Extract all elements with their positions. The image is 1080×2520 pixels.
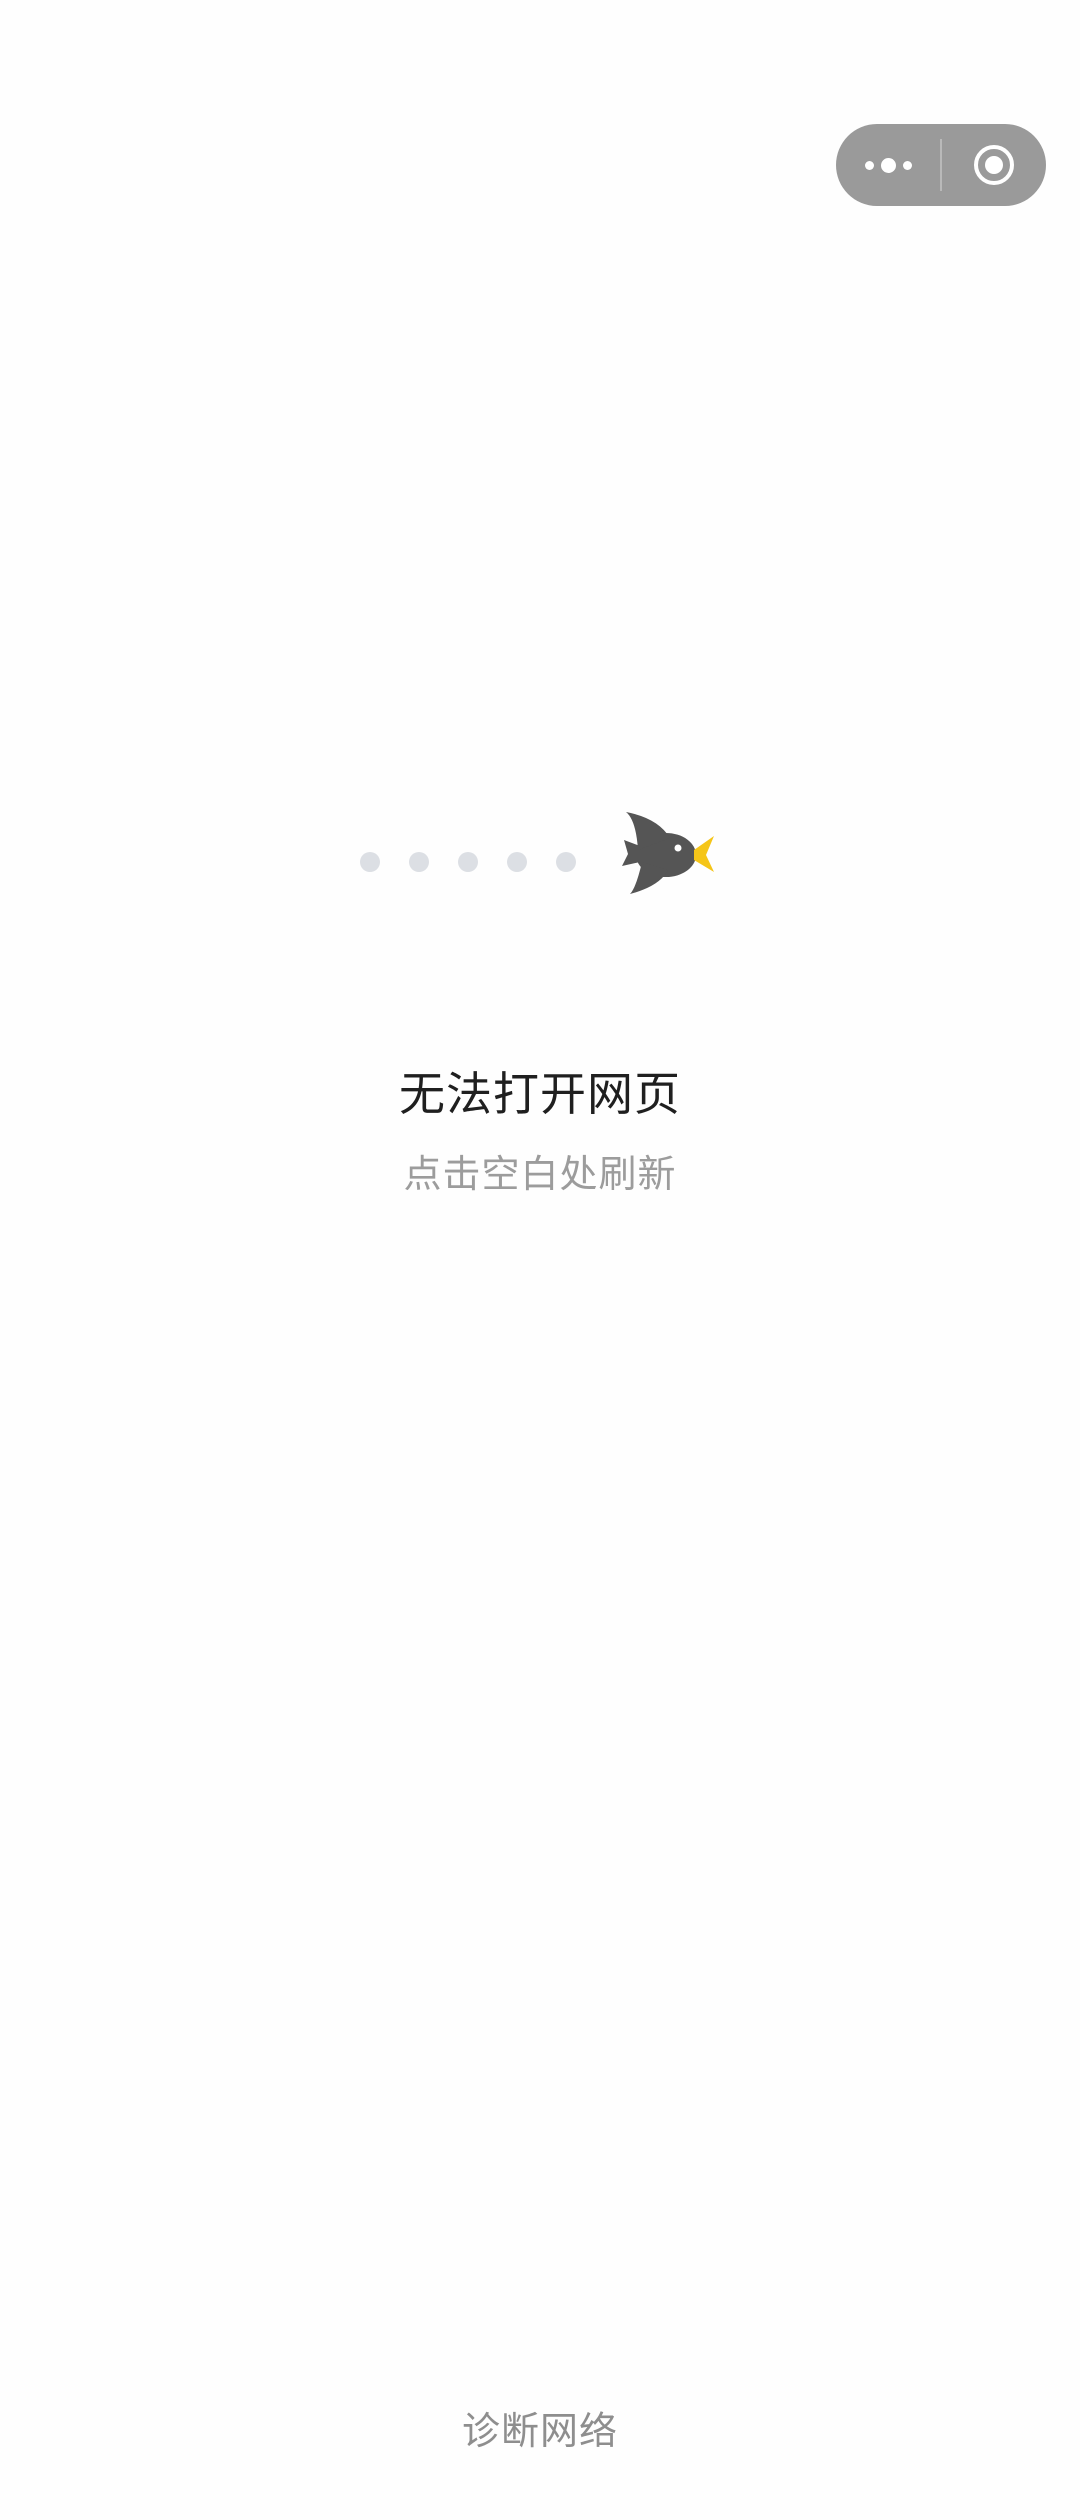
trail-dot bbox=[458, 852, 478, 872]
target-circle-icon bbox=[974, 145, 1014, 185]
bird-icon bbox=[622, 812, 714, 894]
close-button[interactable] bbox=[942, 124, 1046, 206]
more-button[interactable] bbox=[836, 124, 940, 206]
diagnose-network-link[interactable]: 诊断网络 bbox=[0, 2400, 1080, 2455]
trail-dot bbox=[507, 852, 527, 872]
trail-dot bbox=[409, 852, 429, 872]
trail-dot bbox=[360, 852, 380, 872]
trail-dot bbox=[556, 852, 576, 872]
error-title: 无法打开网页 bbox=[399, 1067, 681, 1121]
network-error-illustration bbox=[356, 810, 726, 910]
error-page[interactable]: 无法打开网页 点击空白处刷新 诊断网络 bbox=[0, 0, 1080, 2520]
mini-program-capsule bbox=[836, 124, 1046, 206]
more-dots-icon bbox=[864, 157, 912, 173]
refresh-hint: 点击空白处刷新 bbox=[403, 1152, 677, 1196]
